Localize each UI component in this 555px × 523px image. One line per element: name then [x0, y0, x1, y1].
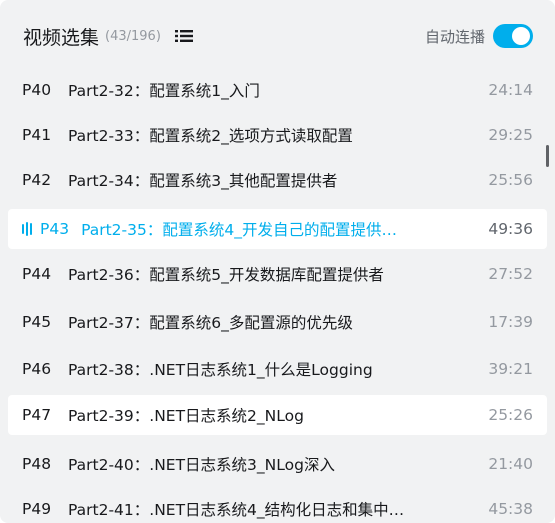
episode-duration: 24:14: [488, 81, 533, 99]
episode-duration: 49:36: [488, 220, 533, 238]
episode-row-p47[interactable]: P47 Part2-39：.NET日志系统2_NLog 25:26: [8, 395, 547, 435]
episode-title: Part2-41：.NET日志系统4_结构化日志和集中…: [68, 501, 405, 519]
episode-number: P46: [22, 360, 52, 378]
episode-row-p41[interactable]: P41 Part2-33：配置系统2_选项方式读取配置 29:25: [8, 117, 547, 153]
episode-title: Part2-34：配置系统3_其他配置提供者: [68, 172, 338, 190]
list-icon[interactable]: [174, 29, 193, 43]
episode-row-p40[interactable]: P40 Part2-32：配置系统1_入门 24:14: [8, 72, 547, 108]
episode-number: P43: [40, 220, 70, 238]
episode-row-p44[interactable]: P44 Part2-36：配置系统5_开发数据库配置提供者 27:52: [8, 256, 547, 292]
episode-duration: 25:56: [488, 171, 533, 189]
episode-title: Part2-38：.NET日志系统1_什么是Logging: [68, 361, 373, 379]
episode-number: P45: [22, 313, 52, 331]
toggle-knob: [512, 27, 530, 45]
episode-duration: 27:52: [488, 265, 533, 283]
episode-number: P47: [22, 406, 52, 424]
episode-number: P41: [22, 126, 52, 144]
episode-duration: 21:40: [488, 455, 533, 473]
playing-icon: [22, 222, 32, 236]
episode-row-p48[interactable]: P48 Part2-40：.NET日志系统3_NLog深入 21:40: [8, 446, 547, 482]
episode-panel: 视频选集 (43/196) 自动连播 P40 Part2-32：配置系统1_入门…: [0, 0, 555, 523]
episode-duration: 17:39: [488, 313, 533, 331]
episode-number: P49: [22, 500, 52, 518]
episode-title: Part2-32：配置系统1_入门: [68, 82, 260, 100]
episode-number: P40: [22, 81, 52, 99]
episode-number: P48: [22, 455, 52, 473]
episode-duration: 25:26: [488, 406, 533, 424]
episode-row-p42[interactable]: P42 Part2-34：配置系统3_其他配置提供者 25:56: [8, 162, 547, 198]
episode-title: Part2-36：配置系统5_开发数据库配置提供者: [68, 266, 384, 284]
episode-title: Part2-39：.NET日志系统2_NLog: [68, 407, 304, 425]
episode-number: P44: [22, 265, 52, 283]
episode-number: P42: [22, 171, 52, 189]
autoplay-label: 自动连播: [424, 27, 485, 46]
episode-row-p46[interactable]: P46 Part2-38：.NET日志系统1_什么是Logging 39:21: [8, 351, 547, 387]
episode-count: (43/196): [105, 28, 161, 44]
episode-duration: 29:25: [488, 126, 533, 144]
episode-row-p45[interactable]: P45 Part2-37：配置系统6_多配置源的优先级 17:39: [8, 304, 547, 340]
episode-row-p43-current[interactable]: P43 Part2-35：配置系统4_开发自己的配置提供… 49:36: [8, 209, 547, 249]
panel-header: 视频选集 (43/196) 自动连播: [0, 0, 555, 72]
scrollbar-thumb[interactable]: [546, 145, 549, 167]
episode-duration: 45:38: [488, 500, 533, 518]
autoplay-toggle[interactable]: [493, 24, 533, 48]
episode-title: Part2-33：配置系统2_选项方式读取配置: [68, 127, 353, 145]
panel-title: 视频选集: [23, 26, 100, 49]
episode-title: Part2-40：.NET日志系统3_NLog深入: [68, 456, 335, 474]
episode-title: Part2-37：配置系统6_多配置源的优先级: [68, 314, 353, 332]
episode-row-p49[interactable]: P49 Part2-41：.NET日志系统4_结构化日志和集中… 45:38: [8, 491, 547, 523]
episode-title: Part2-35：配置系统4_开发自己的配置提供…: [81, 221, 397, 239]
episode-duration: 39:21: [488, 360, 533, 378]
